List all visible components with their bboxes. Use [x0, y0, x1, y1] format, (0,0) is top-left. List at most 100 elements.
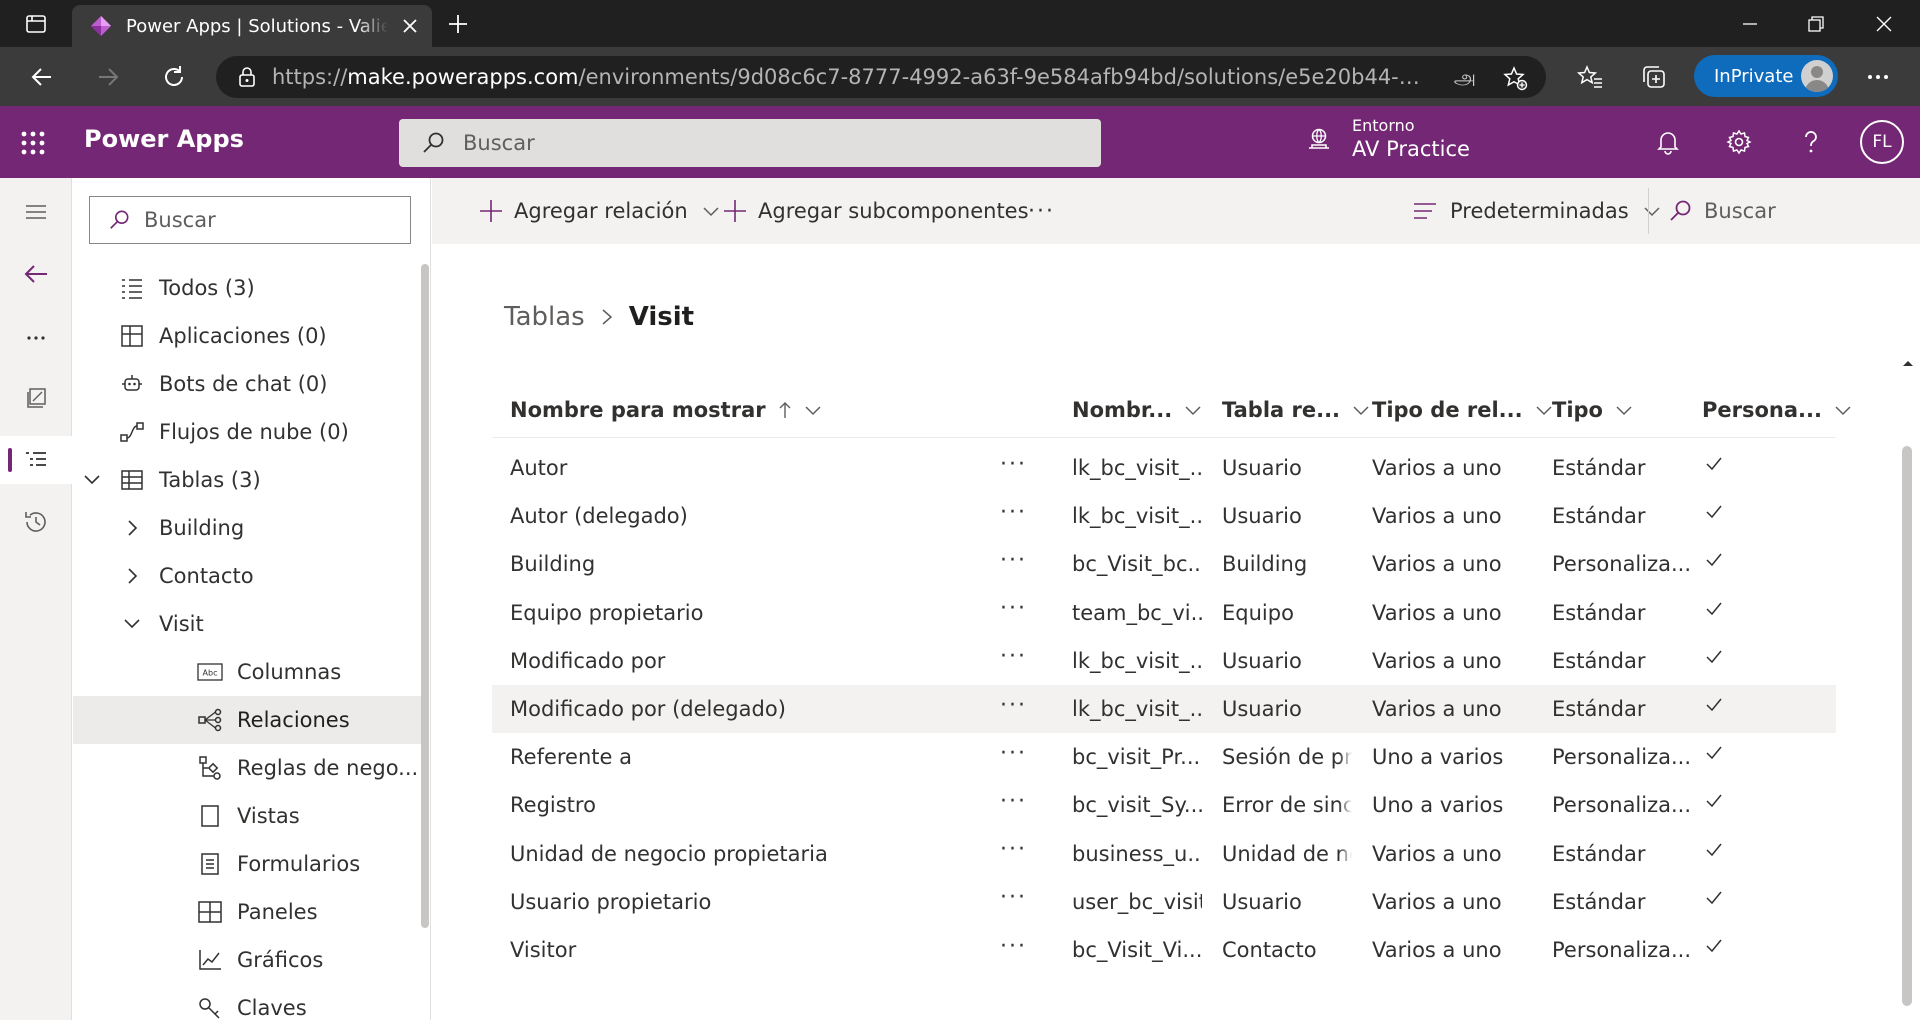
column-header-type[interactable]: Tipo [1552, 382, 1633, 438]
collapse-nav-icon[interactable] [0, 188, 72, 236]
environment-picker[interactable]: Entorno AV Practice [1306, 116, 1470, 161]
table-row[interactable]: Modificado por lk_bc_visit_... Usuario Vari… [492, 637, 1836, 685]
main-scrollbar[interactable] [1896, 352, 1920, 1020]
chevron-right-icon[interactable] [123, 567, 141, 585]
table-row[interactable]: Usuario propietario user_bc_visit Usuario V… [492, 878, 1836, 926]
tree-item-cloud-flows[interactable]: Flujos de nube (0) [73, 408, 423, 456]
address-field[interactable]: https://make.powerapps.com/environments/… [216, 56, 1546, 98]
tree-item-visit[interactable]: Visit [73, 600, 423, 648]
tab-actions-icon[interactable] [10, 0, 62, 47]
row-more-options-button[interactable]: ··· [1000, 589, 1027, 629]
tree-item-views[interactable]: Vistas [73, 792, 423, 840]
table-row[interactable]: Equipo propietario team_bc_vi... Equipo Var… [492, 589, 1836, 637]
tree-item-todos[interactable]: Todos (3) [73, 264, 423, 312]
browser-tab[interactable]: Power Apps | Solutions - Valiente [72, 5, 432, 47]
cell-display[interactable]: Building [510, 540, 990, 588]
add-subcomponents-button[interactable]: Agregar subcomponentes [722, 192, 1029, 230]
row-more-options-button[interactable]: ··· [1000, 878, 1027, 918]
app-launcher-icon[interactable] [20, 130, 46, 156]
row-more-options-button[interactable]: ··· [1000, 540, 1027, 580]
column-header-display-name[interactable]: Nombre para mostrar [510, 382, 822, 438]
tree-item-dashboards[interactable]: Paneles [73, 888, 423, 936]
tree-item-columns[interactable]: Abc Columnas [73, 648, 423, 696]
column-header-name[interactable]: Nombr... [1072, 382, 1202, 438]
cell-display[interactable]: Unidad de negocio propietaria [510, 830, 990, 878]
tree-item-apps[interactable]: Aplicaciones (0) [73, 312, 423, 360]
scrollbar-thumb[interactable] [1902, 446, 1912, 1006]
view-selector-button[interactable]: Predeterminadas [1412, 192, 1661, 230]
column-header-customizable[interactable]: Persona... [1702, 382, 1852, 438]
restore-icon[interactable] [1790, 0, 1842, 47]
cell-display[interactable]: Usuario propietario [510, 878, 990, 926]
close-window-icon[interactable] [1858, 0, 1910, 47]
cell-display[interactable]: Visitor [510, 926, 990, 974]
row-more-options-button[interactable]: ··· [1000, 444, 1027, 484]
cell-display[interactable]: Modificado por [510, 637, 990, 685]
tree-item-business-rules[interactable]: Reglas de nego... [73, 744, 423, 792]
tree-item-forms[interactable]: Formularios [73, 840, 423, 888]
row-more-options-button[interactable]: ··· [1000, 685, 1027, 725]
cell-display[interactable]: Autor [510, 444, 990, 492]
inprivate-badge[interactable]: InPrivate [1694, 55, 1838, 97]
tree-item-keys[interactable]: Claves [73, 984, 423, 1020]
more-options-icon[interactable] [0, 312, 72, 360]
row-more-options-button[interactable]: ··· [1000, 733, 1027, 773]
row-more-options-button[interactable]: ··· [1000, 830, 1027, 870]
tree-item-tables[interactable]: Tablas (3) [73, 456, 423, 504]
column-header-related-table[interactable]: Tabla re... [1222, 382, 1370, 438]
tree-scrollbar[interactable] [421, 264, 429, 928]
solution-overview-icon[interactable] [0, 374, 72, 422]
cell-display[interactable]: Referente a [510, 733, 990, 781]
read-aloud-icon[interactable]: அ [1454, 65, 1476, 92]
grid-search-input[interactable]: Buscar [1668, 192, 1776, 230]
cell-display[interactable]: Equipo propietario [510, 589, 990, 637]
tree-item-charts[interactable]: Gráficos [73, 936, 423, 984]
settings-gear-icon[interactable] [1723, 126, 1755, 158]
tree-item-chatbots[interactable]: Bots de chat (0) [73, 360, 423, 408]
chevron-right-icon[interactable] [123, 519, 141, 537]
help-icon[interactable] [1795, 126, 1827, 158]
user-avatar[interactable]: FL [1860, 120, 1904, 164]
add-relationship-button[interactable]: Agregar relación [478, 192, 720, 230]
lock-icon[interactable] [238, 66, 256, 88]
row-more-options-button[interactable]: ··· [1000, 781, 1027, 821]
tree-item-contacto[interactable]: Contacto [73, 552, 423, 600]
browser-menu-icon[interactable] [1862, 61, 1894, 93]
collections-icon[interactable] [1638, 61, 1670, 93]
back-to-solutions-icon[interactable] [0, 250, 72, 298]
column-header-relationship-type[interactable]: Tipo de rel... [1372, 382, 1553, 438]
app-title[interactable]: Power Apps [84, 125, 244, 153]
cell-display[interactable]: Autor (delegado) [510, 492, 990, 540]
cell-display[interactable]: Registro [510, 781, 990, 829]
favorites-icon[interactable] [1574, 61, 1606, 93]
table-row[interactable]: Autor (delegado) lk_bc_visit_... Usuario Va… [492, 492, 1836, 540]
refresh-icon[interactable] [158, 61, 190, 93]
cell-display[interactable]: Modificado por (delegado) [510, 685, 990, 733]
add-favorite-icon[interactable] [1502, 65, 1528, 91]
table-row[interactable]: Visitor bc_Visit_Vi... Contacto Varios a un… [492, 926, 1836, 974]
tree-search-input[interactable]: Buscar [89, 196, 411, 244]
tree-item-building[interactable]: Building [73, 504, 423, 552]
table-row[interactable]: Unidad de negocio propietaria business_u.… [492, 830, 1836, 878]
tree-item-relationships[interactable]: Relaciones [73, 696, 423, 744]
chevron-down-icon[interactable] [83, 471, 101, 489]
table-row[interactable]: Registro bc_visit_Sy... Error de sincr Uno … [492, 781, 1836, 829]
more-commands-button[interactable]: ··· [1028, 192, 1055, 230]
notifications-bell-icon[interactable] [1652, 126, 1684, 158]
history-icon[interactable] [0, 498, 72, 546]
new-tab-icon[interactable] [444, 10, 472, 38]
table-row[interactable]: Modificado por (delegado) lk_bc_visit_...… [492, 685, 1836, 733]
table-row[interactable]: Referente a bc_visit_Pr... Sesión de pro Un… [492, 733, 1836, 781]
row-more-options-button[interactable]: ··· [1000, 637, 1027, 677]
header-search-input[interactable]: Buscar [399, 119, 1101, 167]
close-tab-icon[interactable] [400, 16, 420, 36]
row-more-options-button[interactable]: ··· [1000, 926, 1027, 966]
row-more-options-button[interactable]: ··· [1000, 492, 1027, 532]
back-icon[interactable] [26, 61, 58, 93]
table-row[interactable]: Autor lk_bc_visit_... Usuario Varios a uno E… [492, 444, 1836, 492]
breadcrumb-tables-link[interactable]: Tablas [504, 302, 585, 332]
table-row[interactable]: Building bc_Visit_bc... Building Varios a u… [492, 540, 1836, 588]
chevron-down-icon[interactable] [123, 615, 141, 633]
objects-list-icon[interactable] [0, 436, 72, 484]
minimize-icon[interactable] [1724, 0, 1776, 47]
